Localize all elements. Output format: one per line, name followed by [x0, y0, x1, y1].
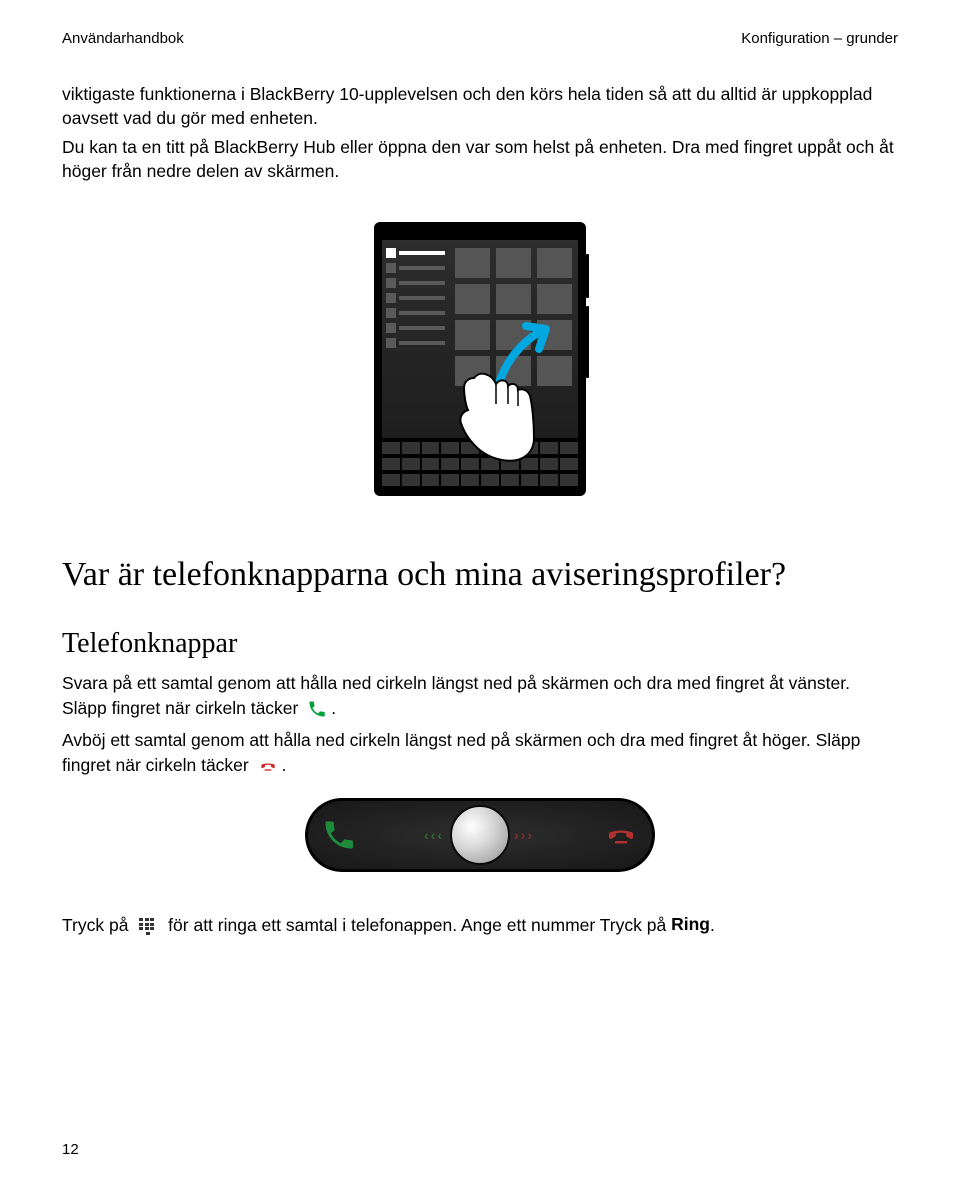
call-slider-illustration: ‹‹‹ ››› [62, 798, 898, 872]
page-number: 12 [62, 1141, 79, 1158]
chevrons-right-icon: ››› [514, 827, 534, 843]
phone-answer-icon [307, 699, 327, 719]
subsection-heading: Telefonknappar [62, 628, 898, 660]
section-heading: Var är telefonknapparna och mina aviseri… [62, 556, 898, 594]
header-right: Konfiguration – grunder [741, 30, 898, 47]
hand-pointer-icon [448, 360, 536, 464]
intro-paragraph-1: viktigaste funktionerna i BlackBerry 10-… [62, 83, 898, 130]
dial-instruction-text: Tryck på för att ringa ett samtal i tele… [62, 912, 898, 938]
header-left: Användarhandbok [62, 30, 184, 47]
intro-paragraph-2: Du kan ta en titt på BlackBerry Hub elle… [62, 136, 898, 183]
answer-call-text: Svara på ett samtal genom att hålla ned … [62, 670, 898, 721]
slider-decline-phone-icon [603, 817, 639, 853]
phone-gesture-illustration [62, 222, 898, 496]
slider-handle-icon [450, 805, 510, 865]
dialpad-icon [139, 918, 157, 932]
slider-answer-phone-icon [321, 817, 357, 853]
phone-hangup-icon [258, 756, 278, 776]
decline-call-text: Avböj ett samtal genom att hålla ned cir… [62, 727, 898, 778]
chevrons-left-icon: ‹‹‹ [424, 827, 444, 843]
